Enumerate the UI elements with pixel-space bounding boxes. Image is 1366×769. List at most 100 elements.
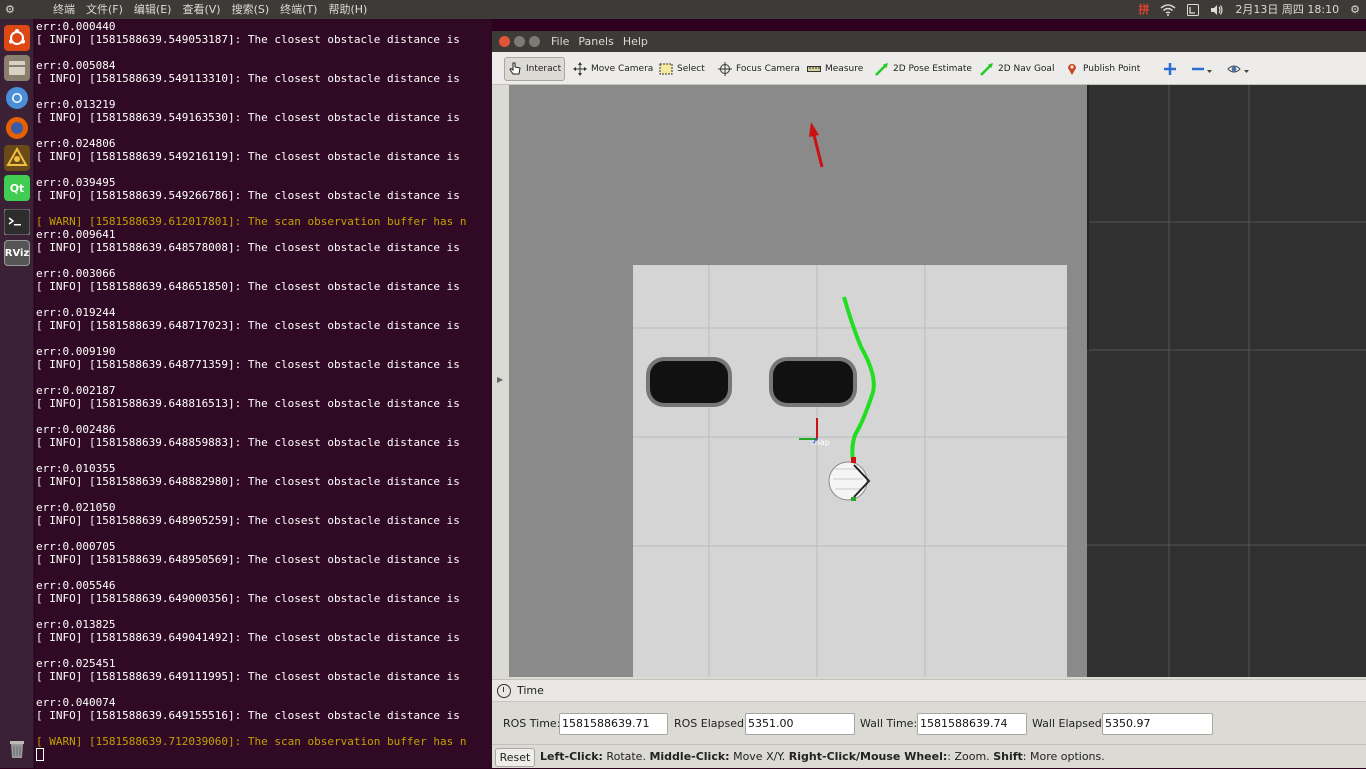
ros-elapsed-field[interactable]: 5351.00 xyxy=(745,713,855,735)
launcher-chromium-button[interactable] xyxy=(4,85,30,111)
hint-middle-click-desc: Move X/Y. xyxy=(729,750,789,763)
crosshair-icon xyxy=(718,62,732,76)
menu-help[interactable]: 帮助(H) xyxy=(328,0,367,19)
qt-creator-icon: Qt xyxy=(9,181,25,195)
grid-lines xyxy=(1086,85,1366,677)
rviz-menu-panels[interactable]: Panels xyxy=(578,31,613,52)
wall-time-label: Wall Time: xyxy=(860,717,918,730)
terminal-line: err:0.009641 xyxy=(36,228,116,241)
wall-elapsed-field[interactable]: 5350.97 xyxy=(1102,713,1213,735)
maximize-icon[interactable] xyxy=(529,36,540,47)
terminal-line: [ INFO] [1581588639.549053187]: The clos… xyxy=(36,33,467,46)
terminal-output[interactable]: err:0.000440[ INFO] [1581588639.54905318… xyxy=(35,19,492,768)
terminal-line: [ INFO] [1581588639.549216119]: The clos… xyxy=(36,150,467,163)
ros-app-icon xyxy=(4,145,30,171)
ubuntu-dash-icon xyxy=(4,25,30,51)
terminal-line: err:0.003066 xyxy=(36,267,116,280)
terminal-line: [ INFO] [1581588639.648882980]: The clos… xyxy=(36,475,467,488)
ubuntu-logo-icon[interactable]: ⚙ xyxy=(5,0,19,19)
menu-terminal[interactable]: 终端(T) xyxy=(280,0,317,19)
collapse-side-panel-handle[interactable]: ▶ xyxy=(492,85,509,677)
wifi-icon[interactable] xyxy=(1160,3,1176,16)
terminal-line: err:0.013825 xyxy=(36,618,116,631)
rviz-menubar: File Panels Help xyxy=(551,31,648,52)
launcher-rviz-button[interactable]: RViz xyxy=(4,240,30,266)
terminal-line: err:0.000440 xyxy=(36,20,116,33)
time-panel-header: Time xyxy=(492,680,1366,702)
green-arrow-icon xyxy=(980,63,993,76)
minimize-icon[interactable] xyxy=(514,36,525,47)
terminal-line: [ INFO] [1581588639.648771359]: The clos… xyxy=(36,358,467,371)
ros-time-field[interactable]: 1581588639.71 xyxy=(559,713,668,735)
terminal-warn-line: [ WARN] [1581588639.612017801]: The scan… xyxy=(36,215,467,228)
terminal-line: err:0.005084 xyxy=(36,59,116,72)
terminal-line: err:0.002187 xyxy=(36,384,116,397)
tool-publish-point-label: Publish Point xyxy=(1083,64,1141,74)
add-tool-button[interactable] xyxy=(1160,57,1184,81)
map-frame-label: map xyxy=(812,438,830,447)
tool-measure-button[interactable]: Measure xyxy=(804,57,866,81)
launcher-firefox-button[interactable] xyxy=(4,115,30,141)
tool-2d-nav-goal-button[interactable]: 2D Nav Goal xyxy=(977,57,1057,81)
launcher-files-button[interactable] xyxy=(4,55,30,81)
tool-2d-pose-estimate-button[interactable]: 2D Pose Estimate xyxy=(872,57,975,81)
tool-properties-button[interactable] xyxy=(1224,57,1258,81)
terminal-cursor xyxy=(36,748,44,761)
terminal-line: err:0.002486 xyxy=(36,423,116,436)
wall-time-field[interactable]: 1581588639.74 xyxy=(917,713,1027,735)
launcher-dash-button[interactable] xyxy=(4,25,30,51)
tool-focus-camera-button[interactable]: Focus Camera xyxy=(715,57,803,81)
minus-dropdown-icon xyxy=(1192,67,1212,73)
menu-view[interactable]: 查看(V) xyxy=(182,0,220,19)
map-unknown-area-dark xyxy=(1087,85,1089,350)
close-icon[interactable] xyxy=(499,36,510,47)
tool-interact-button[interactable]: Interact xyxy=(504,57,566,81)
hint-left-click-desc: Rotate. xyxy=(602,750,650,763)
tool-measure-label: Measure xyxy=(825,64,864,74)
volume-icon[interactable] xyxy=(1210,4,1224,16)
terminal-line: err:0.010355 xyxy=(36,462,116,475)
move-arrows-icon xyxy=(573,62,587,76)
rviz-icon: RViz xyxy=(4,247,30,259)
menu-edit[interactable]: 编辑(E) xyxy=(134,0,172,19)
tool-publish-point-button[interactable]: Publish Point xyxy=(1062,57,1143,81)
remove-tool-button[interactable] xyxy=(1188,57,1220,81)
tool-select-button[interactable]: Select xyxy=(656,57,708,81)
menu-search[interactable]: 搜索(S) xyxy=(232,0,270,19)
launcher-ros-button[interactable] xyxy=(4,145,30,171)
terminal-line: [ INFO] [1581588639.648905259]: The clos… xyxy=(36,514,467,527)
rviz-menu-file[interactable]: File xyxy=(551,31,569,52)
system-tray: 拼 2月13日 周四 18:10 ⚙ xyxy=(1138,0,1360,19)
terminal-line: [ INFO] [1581588639.648651850]: The clos… xyxy=(36,280,467,293)
reset-button[interactable]: Reset xyxy=(495,748,535,767)
hint-left-click: Left-Click: xyxy=(540,750,603,763)
obstacle-left xyxy=(646,357,732,407)
launcher-trash-button[interactable] xyxy=(4,735,30,761)
system-settings-gear-icon[interactable]: ⚙ xyxy=(1350,0,1360,19)
terminal-line: err:0.025451 xyxy=(36,657,116,670)
clock-datetime[interactable]: 2月13日 周四 18:10 xyxy=(1235,0,1339,19)
terminal-line: [ INFO] [1581588639.649155516]: The clos… xyxy=(36,709,467,722)
system-top-bar: ⚙ 终端 文件(F) 编辑(E) 查看(V) 搜索(S) 终端(T) 帮助(H)… xyxy=(0,0,1366,19)
rviz-titlebar[interactable]: File Panels Help xyxy=(492,31,1366,52)
terminal-line: [ INFO] [1581588639.549266786]: The clos… xyxy=(36,189,467,202)
terminal-line: [ INFO] [1581588639.648816513]: The clos… xyxy=(36,397,467,410)
map-scene[interactable]: map xyxy=(509,85,1366,677)
wall-elapsed-label: Wall Elapsed: xyxy=(1032,717,1106,730)
terminal-line: err:0.009190 xyxy=(36,345,116,358)
tool-select-label: Select xyxy=(677,64,705,74)
launcher-qtcreator-button[interactable]: Qt xyxy=(4,175,30,201)
terminal-app-menu: 终端 文件(F) 编辑(E) 查看(V) 搜索(S) 终端(T) 帮助(H) xyxy=(53,0,367,19)
ruler-icon xyxy=(807,66,821,72)
input-method-indicator[interactable]: 拼 xyxy=(1138,0,1149,19)
rviz-menu-help[interactable]: Help xyxy=(623,31,648,52)
launcher-terminal-button[interactable] xyxy=(4,209,30,235)
menu-app-name[interactable]: 终端 xyxy=(53,0,75,19)
keyboard-layout-icon[interactable] xyxy=(1187,3,1200,16)
tool-2d-nav-goal-label: 2D Nav Goal xyxy=(998,64,1055,74)
tool-move-camera-button[interactable]: Move Camera xyxy=(570,57,656,81)
3d-render-viewport[interactable]: map xyxy=(509,85,1366,677)
obstacle-right xyxy=(769,357,857,407)
menu-file[interactable]: 文件(F) xyxy=(86,0,123,19)
terminal-line: [ INFO] [1581588639.649000356]: The clos… xyxy=(36,592,467,605)
